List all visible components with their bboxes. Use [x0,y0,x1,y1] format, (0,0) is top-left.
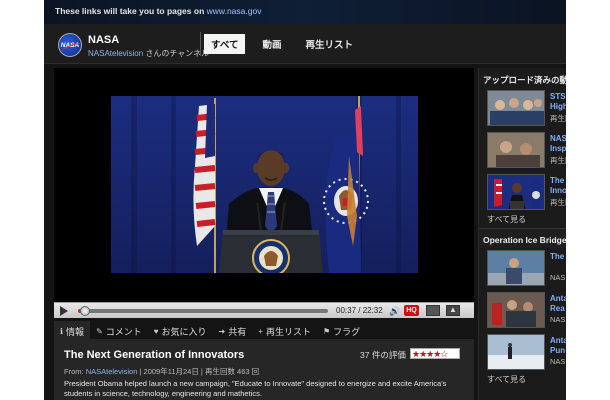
video-thumbnail[interactable] [487,250,545,286]
video-meta: From: NASAtelevision | 2009年11月24日 | 再生回… [64,366,259,377]
thumbnail-image [488,91,544,125]
expand-player-icon[interactable] [426,305,440,316]
tab-videos[interactable]: 動画 [255,34,288,54]
tab-label: お気に入り [161,327,207,337]
thumbnail-image [488,335,544,369]
item-title-line1[interactable]: STS [550,92,566,101]
tab-all[interactable]: すべて [204,34,246,54]
thumbnail-image [488,133,544,167]
nasa-logo-icon[interactable]: NASA [58,33,82,57]
tab-info[interactable]: ℹ 情報 [54,321,91,339]
youtube-channel-page: These links will take you to pages on ww… [44,0,566,400]
list-item[interactable]: Anta Rea NAS [479,290,566,332]
item-title-line1[interactable]: Anta [550,294,566,303]
video-info-panel: The Next Generation of Innovators 37 件の評… [54,339,474,400]
item-title-line1[interactable]: The [550,252,564,261]
flag-icon: ⚑ [322,327,331,336]
item-title-line2[interactable]: Pun [550,346,565,355]
tab-comments[interactable]: ✎ コメント [90,321,148,339]
tab-label: 情報 [66,327,85,337]
item-title-line1[interactable]: The [550,176,564,185]
play-icon[interactable] [60,306,68,316]
item-views: 再生回 [550,114,566,123]
tab-playlists[interactable]: 再生リスト [298,34,360,54]
video-description: President Obama helped launch a new camp… [64,379,447,398]
see-all-link[interactable]: すべて見る [479,374,566,388]
logo-text: NASA [60,42,80,49]
hq-button[interactable]: HQ [404,305,419,316]
video-thumbnail[interactable] [487,174,545,210]
video-frame[interactable] [111,96,418,273]
tab-label: 共有 [228,327,247,337]
heart-icon: ♥ [153,327,159,336]
from-label: From: [64,367,84,376]
video-frame-image [111,96,418,273]
channel-name[interactable]: NASA [88,34,119,46]
item-title-line1[interactable]: Anta [550,336,566,345]
video-thumbnail[interactable] [487,334,545,370]
tab-label: 再生リスト [265,327,311,337]
list-item[interactable]: The Inno 再生回 [479,172,566,214]
list-item[interactable]: STS High 再生回 [479,88,566,130]
related-sidebar: アップロード済みの動 STS High 再生回 NAS Insp 再生回 The… [478,68,566,400]
item-title-line2[interactable]: Inno [550,186,566,195]
video-thumbnail[interactable] [487,90,545,126]
banner-link-nasa[interactable]: www.nasa.gov [207,6,262,16]
video-thumbnail[interactable] [487,132,545,168]
item-title-line2[interactable]: Rea [550,304,565,313]
time-display: 00:37 / 22:32 [336,306,383,315]
upload-date: 2009年11月24日 [143,367,199,376]
tab-add-to-playlist[interactable]: + 再生リスト [252,321,317,339]
item-channel: NAS [550,315,566,324]
item-views: 再生回 [550,156,566,165]
channel-tabs: すべて 動画 再生リスト [200,32,370,56]
external-link-banner: These links will take you to pages on ww… [44,0,566,24]
tab-label: コメント [105,327,142,337]
banner-message: These links will take you to pages on [55,6,205,16]
scrubber-handle[interactable] [80,306,90,316]
channel-user[interactable]: NASAtelevision [88,49,143,58]
uploader-link[interactable]: NASAtelevision [86,367,138,376]
tab-favorites[interactable]: ♥ お気に入り [148,321,213,339]
channel-header: NASA NASA NASAtelevision さんのチャンネル すべて 動画… [44,24,566,64]
view-count: 再生回数 463 回 [204,367,260,376]
video-player[interactable] [54,68,474,304]
plus-icon: + [258,327,263,336]
player-controls: 00:37 / 22:32 🔊 HQ [54,302,474,318]
item-views: 再生回 [550,198,566,207]
item-title-line1[interactable]: NAS [550,134,566,143]
list-item[interactable]: Anta Pun NAS [479,332,566,374]
tab-label: フラグ [333,327,361,337]
info-icon: ℹ [60,327,64,336]
see-all-link[interactable]: すべて見る [479,214,566,228]
volume-icon[interactable]: 🔊 [389,306,400,317]
section-title-icebridge: Operation Ice Bridge [479,228,566,248]
thumbnail-image [488,251,544,285]
tab-flag[interactable]: ⚑ フラグ [317,321,366,339]
thumbnail-image [488,293,544,327]
item-channel: NAS [550,273,566,282]
star-rating[interactable]: ★★★★☆ [410,348,460,359]
video-title: The Next Generation of Innovators [64,349,245,361]
section-title-uploads: アップロード済みの動 [483,75,566,85]
tab-share[interactable]: ➜ 共有 [213,321,253,339]
item-title-line2[interactable]: High [550,102,566,111]
video-thumbnail[interactable] [487,292,545,328]
channel-owner-line: NASAtelevision さんのチャンネル [88,48,209,59]
item-title-line2[interactable]: Insp [550,144,566,153]
progress-bar[interactable] [78,306,328,316]
share-icon: ➜ [218,327,226,336]
rating-count: 37 件の評価 [360,350,406,360]
item-channel: NAS [550,357,566,366]
video-action-tabs: ℹ 情報 ✎ コメント ♥ お気に入り ➜ 共有 + 再生リスト ⚑ フラグ [54,321,474,339]
list-item[interactable]: NAS Insp 再生回 [479,130,566,172]
banner-text: These links will take you to pages on ww… [55,6,261,16]
list-item[interactable]: The NAS [479,248,566,290]
fullscreen-icon[interactable] [446,305,460,316]
comment-icon: ✎ [96,327,103,336]
thumbnail-image [488,175,544,209]
